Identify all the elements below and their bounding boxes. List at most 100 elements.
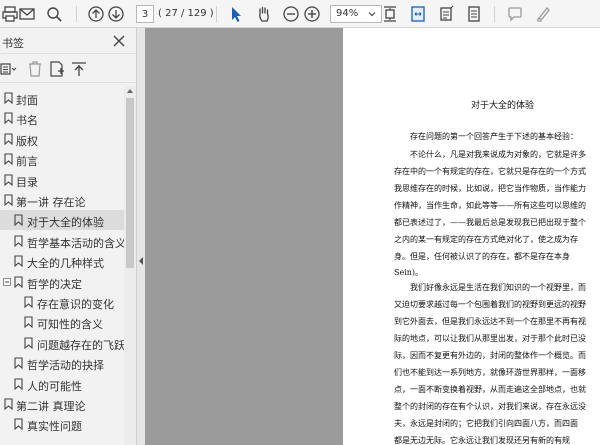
- bookmark-item[interactable]: 大全的几种样式: [0, 251, 124, 271]
- bookmark-item[interactable]: 可知性的含义: [0, 312, 124, 332]
- toolbar-separator: [76, 6, 77, 22]
- page-text-line: 都是无边无际。它永远让我们发现还另有新的有规: [394, 436, 570, 445]
- new-bookmark-icon[interactable]: [48, 60, 66, 78]
- collapse-icon[interactable]: [3, 278, 11, 286]
- zoom-level-select[interactable]: 94%: [330, 5, 382, 23]
- panel-splitter[interactable]: [137, 28, 145, 445]
- bookmarks-panel-title: 书签: [2, 37, 24, 50]
- bookmark-label: 封面: [16, 94, 38, 107]
- bookmark-item[interactable]: 存在意识的变化: [0, 292, 124, 312]
- bookmark-label: 版权: [16, 135, 38, 148]
- bookmark-icon: [24, 316, 33, 328]
- bookmark-icon: [14, 214, 23, 226]
- bookmark-icon: [4, 112, 13, 124]
- close-icon[interactable]: [112, 34, 126, 48]
- bookmark-item[interactable]: 第一讲 存在论: [0, 190, 124, 210]
- bookmark-item-expanded[interactable]: 哲学的决定: [0, 272, 124, 292]
- zoom-out-icon[interactable]: [281, 4, 301, 24]
- bookmark-label: 哲学的决定: [27, 278, 82, 291]
- highlight-pen-icon[interactable]: [533, 4, 553, 24]
- next-page-icon[interactable]: [106, 4, 126, 24]
- delete-bookmark-icon[interactable]: [26, 60, 44, 78]
- bookmark-item[interactable]: 版权: [0, 129, 124, 149]
- bookmark-icon: [4, 398, 13, 410]
- page-text-line: 际，因而不复更有外边的，封闭的整体作一个概览。而: [394, 351, 586, 360]
- bookmark-label: 对于大全的体验: [27, 216, 104, 229]
- fit-width-icon[interactable]: [408, 4, 428, 24]
- bookmark-item-selected[interactable]: 对于大全的体验: [0, 210, 124, 230]
- bookmark-icon: [14, 255, 23, 267]
- page-text-line: 点，一面不断变换着视野，从而走遍这全部地点，也就: [394, 385, 586, 394]
- bookmark-icon: [24, 337, 33, 349]
- rotate-icon[interactable]: [436, 4, 456, 24]
- bookmark-item[interactable]: 目录: [0, 170, 124, 190]
- bookmark-item[interactable]: 哲学基本活动的含义: [0, 231, 126, 251]
- chevron-down-icon: [368, 12, 376, 17]
- bookmark-label: 前言: [16, 155, 38, 168]
- bookmark-item[interactable]: 真实性问题: [0, 414, 124, 434]
- bookmark-item[interactable]: 哲学活动的抉择: [0, 353, 124, 373]
- page-text-line: 整个的封闭的存在有个认识，对我们来说，存在永远没: [394, 402, 586, 411]
- page-text-line: 都已表述过了，——我最后总是发现我已把出现于整个: [394, 218, 586, 227]
- bookmark-item[interactable]: 第二讲 真理论: [0, 394, 124, 414]
- page-count: ( 27 / 129 ): [158, 8, 214, 19]
- page-text-line: 我们好像永远是生活在我们知识的一个视野里，而: [410, 283, 586, 292]
- bookmark-item[interactable]: 前言: [0, 149, 124, 169]
- zoom-level-value: 94%: [336, 8, 359, 19]
- toolbar-separator: [494, 6, 495, 22]
- bookmark-label: 哲学基本活动的含义: [27, 237, 126, 250]
- main-toolbar: ( 27 / 129 ) 94%: [0, 0, 600, 28]
- page-text-line: 不论什么，凡是对我来说成为对象的，它就是许多: [410, 150, 586, 159]
- bookmark-label: 哲学活动的抉择: [27, 359, 104, 372]
- bookmark-icon: [4, 92, 13, 104]
- bookmarks-toolbar: [0, 55, 136, 83]
- expand-bookmark-icon[interactable]: [70, 60, 88, 78]
- bookmark-label: 存在意识的变化: [37, 298, 114, 311]
- document-page: 对于大全的体验 存在问题的第一个回答产生于下述的基本经验： 不论什么，凡是对我来…: [343, 28, 600, 445]
- collapse-panel-icon[interactable]: [138, 256, 144, 266]
- scrollbar-thumb[interactable]: [126, 98, 134, 268]
- bookmark-icon: [14, 378, 23, 390]
- page-heading: 对于大全的体验: [471, 101, 535, 111]
- bookmark-options-icon[interactable]: [0, 60, 18, 78]
- bookmark-item[interactable]: 人的可能性: [0, 374, 124, 394]
- page-text-line: Sein)。: [394, 268, 424, 277]
- bookmark-icon: [4, 133, 13, 145]
- fit-page-icon[interactable]: [380, 4, 400, 24]
- page-text-line: 作精神，当作生命，如此等等——所有这些可以思维的: [394, 201, 586, 210]
- page-text-line: 又迫切要求越过每一个包围着我们的视野到更远的视野: [394, 300, 586, 309]
- toolbar-separator: [216, 6, 217, 22]
- bookmark-label: 问题越存在的飞跃: [37, 339, 125, 352]
- bookmark-label: 大全的几种样式: [27, 257, 104, 270]
- select-cursor-icon[interactable]: [226, 4, 246, 24]
- bookmarks-scrollbar[interactable]: [124, 86, 136, 445]
- bookmark-item[interactable]: 封面: [0, 88, 124, 108]
- scroll-up-icon[interactable]: [127, 88, 133, 94]
- bookmark-item[interactable]: 书名: [0, 108, 124, 128]
- search-icon[interactable]: [44, 4, 64, 24]
- page-text-line: 到它外面去，但是我们永远达不到一个在那里不再有视: [394, 317, 586, 326]
- bookmark-label: 第二讲 真理论: [16, 400, 86, 413]
- bookmark-label: 人的可能性: [27, 380, 82, 393]
- bookmark-label: 目录: [16, 176, 38, 189]
- bookmark-icon: [24, 296, 33, 308]
- bookmark-label: 书名: [16, 114, 38, 127]
- bookmark-label: 真实性问题: [27, 420, 82, 433]
- page-text-line: 身。但是，任何被认识了的存在，都不是存在本身: [394, 252, 570, 261]
- hand-tool-icon[interactable]: [254, 4, 274, 24]
- bookmark-label: 可知性的含义: [37, 318, 103, 331]
- zoom-in-icon[interactable]: [302, 4, 322, 24]
- bookmark-icon: [14, 235, 23, 247]
- email-icon[interactable]: [17, 4, 37, 24]
- page-view-icon[interactable]: [464, 4, 484, 24]
- comment-icon[interactable]: [505, 4, 525, 24]
- page-text-line: 之内的某一有规定的存在方式绝对化了，使之成为存: [394, 235, 578, 244]
- bookmark-icon: [4, 194, 13, 206]
- page-number-input[interactable]: [136, 5, 154, 23]
- bookmark-item[interactable]: 问题越存在的飞跃: [0, 333, 125, 353]
- bookmark-icon: [14, 357, 23, 369]
- bookmark-icon: [4, 174, 13, 186]
- bookmark-icon: [14, 276, 23, 288]
- bookmarks-panel: 书签 封面 书名 版权 前言 目录 第一讲 存在论 对于大全的体验 哲学基本活动…: [0, 28, 137, 445]
- previous-page-icon[interactable]: [86, 4, 106, 24]
